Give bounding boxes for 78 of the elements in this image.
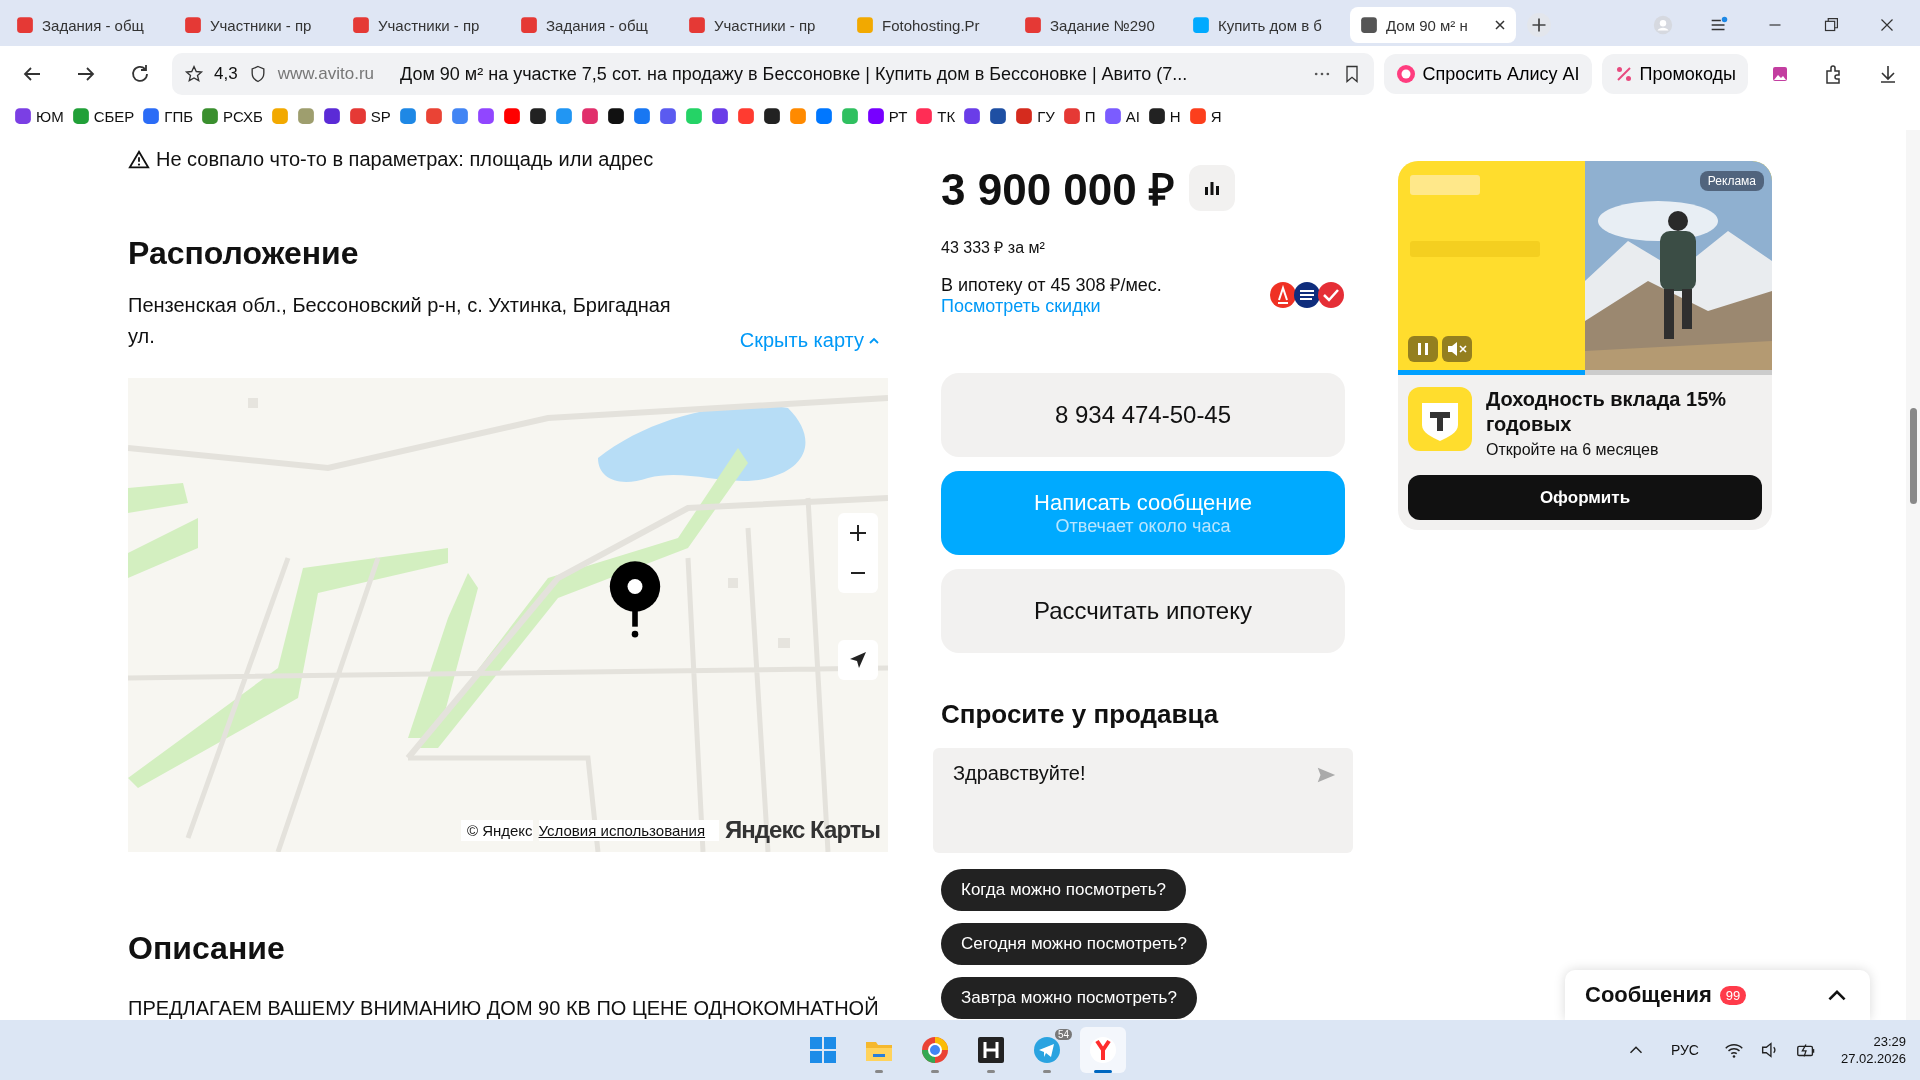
browser-tab[interactable]: Задания - общ xyxy=(6,7,172,43)
browser-tab[interactable]: Участники - пр xyxy=(174,7,340,43)
section-heading: Описание xyxy=(128,930,286,967)
messages-title: Сообщения xyxy=(1585,982,1712,1008)
page-title: Дом 90 м² на участке 7,5 сот. на продажу в Бессоновке | Купить дом в Бессоновке | Авито (7... xyxy=(400,63,1189,85)
domain-text: www.avito.ru xyxy=(277,64,374,84)
pause-icon[interactable] xyxy=(1408,336,1438,362)
quick-question-chip[interactable]: Сегодня можно посмотреть? xyxy=(941,923,1207,965)
bookmark-item[interactable]: ТК xyxy=(915,107,956,125)
browser-icon xyxy=(919,1034,951,1066)
bookmark-icon[interactable] xyxy=(528,107,547,125)
bookmark-icon[interactable] xyxy=(762,107,781,125)
phone-button[interactable]: 8 934 474-50-45 xyxy=(941,373,1345,457)
browser-tab[interactable]: Fotohosting.Pr xyxy=(846,7,1012,43)
bookmark-icon[interactable] xyxy=(963,107,982,125)
bookmark-item[interactable]: SP xyxy=(348,107,391,125)
browser-tab[interactable]: Купить дом в б xyxy=(1182,7,1348,43)
browser-tab[interactable]: Задание №290 xyxy=(1014,7,1180,43)
browser-tab[interactable]: Задания - общ xyxy=(510,7,676,43)
bookmark-icon[interactable] xyxy=(322,107,341,125)
unread-badge: 54 xyxy=(1054,1029,1072,1040)
quick-question-chip[interactable]: Когда можно посмотреть? xyxy=(941,869,1186,911)
unread-badge: 99 xyxy=(1719,985,1747,1005)
messages-panel[interactable]: Сообщения 99 xyxy=(1565,970,1870,1020)
bookmark-item[interactable]: П xyxy=(1062,107,1096,125)
alice-icon xyxy=(1396,64,1417,84)
browser-tab[interactable]: Участники - пр xyxy=(342,7,508,43)
bookmark-icon[interactable] xyxy=(606,107,625,125)
bookmark-item[interactable]: РСХБ xyxy=(201,107,263,125)
description-text: ПРЕДЛАГАЕМ ВАШЕМУ ВНИМАНИЮ ДОМ 90 КВ ПО ЦЕНЕ ОДНОКОМНАТНОЙ xyxy=(128,997,880,1020)
bookmark-item[interactable]: СБЕР xyxy=(71,107,135,125)
mute-icon[interactable] xyxy=(1442,336,1472,362)
browser-tab[interactable]: Дом 90 м² н xyxy=(1350,7,1516,43)
quick-question-chip[interactable]: Завтра можно посмотреть? xyxy=(941,977,1197,1019)
bookmark-item[interactable]: ГУ xyxy=(1015,107,1055,125)
address-field[interactable]: 4,3 www.avito.ru Дом 90 м² на участке 7,5 сот. на продажу в Бессоновке | Купить дом в Бессоновке | Авито (7... xyxy=(172,53,1375,95)
ask-alice-button[interactable]: Спросить Алису AI xyxy=(1384,54,1592,94)
shield-logo-icon xyxy=(1408,387,1472,451)
mortgage-text: В ипотеку от 45 308 ₽/мес. xyxy=(941,274,1162,296)
price-per-meter: 43 333 ₽ за м² xyxy=(941,238,1046,258)
locate-icon[interactable] xyxy=(838,640,878,680)
bookmark-item[interactable]: AI xyxy=(1103,107,1140,125)
message-field[interactable]: Здравствуйте! xyxy=(933,748,1353,853)
mortgage-calculator-button[interactable]: Рассчитать ипотеку xyxy=(941,569,1345,653)
section-heading: Расположение xyxy=(128,235,360,272)
site-rating: 4,3 xyxy=(214,64,238,84)
bookmark-item[interactable]: Я xyxy=(1188,107,1222,125)
price-history-button[interactable] xyxy=(1188,165,1235,211)
bookmark-item[interactable]: ГПБ xyxy=(142,107,194,125)
new-tab-icon[interactable] xyxy=(1526,12,1552,38)
star-icon xyxy=(184,64,204,84)
ad-subtitle: Откройте на 6 месяцев xyxy=(1486,441,1660,459)
section-heading: Спросите у продавца xyxy=(941,699,1220,730)
price: 3 900 000 ₽ xyxy=(941,164,1175,216)
bookmark-icon[interactable] xyxy=(710,107,729,125)
browser-tab[interactable]: Участники - пр xyxy=(678,7,844,43)
bookmark-item[interactable]: ЮМ xyxy=(14,107,64,125)
bookmark-icon[interactable] xyxy=(989,107,1008,125)
address-text: Пензенская обл., Бессоновский р-н, с. Ухтинка, Бригадная ул. xyxy=(128,293,672,349)
promo-codes-button[interactable]: Промокоды xyxy=(1601,54,1748,94)
browser-icon xyxy=(1087,1034,1119,1066)
clock-time[interactable]: 23:29 xyxy=(1873,1034,1906,1049)
maps-logo: Яндекс Карты xyxy=(725,816,880,844)
ad-title: Доходность вклада 15% годовых xyxy=(1486,387,1728,437)
notice-text: Не совпало что-то в параметрах: площадь или адрес xyxy=(156,148,654,171)
clock-date[interactable]: 27.02.2026 xyxy=(1840,1051,1906,1066)
taskbar-app[interactable]: 54 xyxy=(1024,1027,1070,1073)
warning-icon xyxy=(128,148,150,171)
apply-button[interactable]: Оформить xyxy=(1408,475,1762,520)
bookmark-item[interactable]: Н xyxy=(1147,107,1181,125)
app-icon xyxy=(975,1034,1007,1066)
scrollbar[interactable] xyxy=(1906,130,1920,1020)
bookmark-item[interactable]: РТ xyxy=(866,107,908,125)
language-indicator[interactable]: РУС xyxy=(1670,1042,1699,1058)
close-icon[interactable] xyxy=(1494,19,1506,31)
windows-icon xyxy=(807,1034,839,1066)
ad-label: Реклама xyxy=(1699,171,1764,191)
bank-logos-icon xyxy=(1269,279,1345,310)
